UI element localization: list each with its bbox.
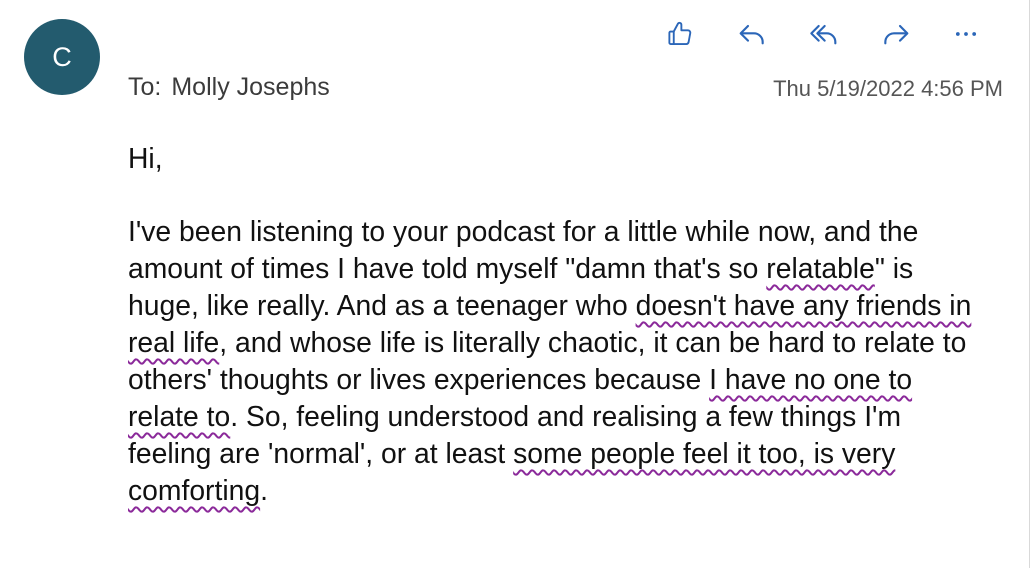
message-paragraph: I've been listening to your podcast for … [128,213,988,509]
reply-all-button[interactable] [804,14,844,54]
like-button[interactable] [660,14,700,54]
more-icon [952,20,980,48]
message-actions-toolbar [660,14,990,54]
reply-button[interactable] [732,14,772,54]
recipient-line: To: Molly Josephs [128,73,330,102]
pane-divider [1029,0,1030,568]
reply-all-icon [808,18,840,50]
recipient-name[interactable]: Molly Josephs [171,73,329,101]
forward-button[interactable] [876,14,916,54]
to-label: To: [128,73,162,101]
forward-icon [880,18,912,50]
avatar[interactable]: C [24,19,100,95]
message-body: Hi, I've been listening to your podcast … [128,140,988,509]
thumbs-up-icon [665,19,695,49]
reply-icon [736,18,768,50]
highlighted-phrase: relatable [766,252,875,284]
avatar-initial: C [52,41,72,72]
greeting: Hi, [128,142,163,174]
message-timestamp: Thu 5/19/2022 4:56 PM [773,76,1003,101]
more-options-button[interactable] [946,14,986,54]
body-text-segment: . [260,474,268,506]
